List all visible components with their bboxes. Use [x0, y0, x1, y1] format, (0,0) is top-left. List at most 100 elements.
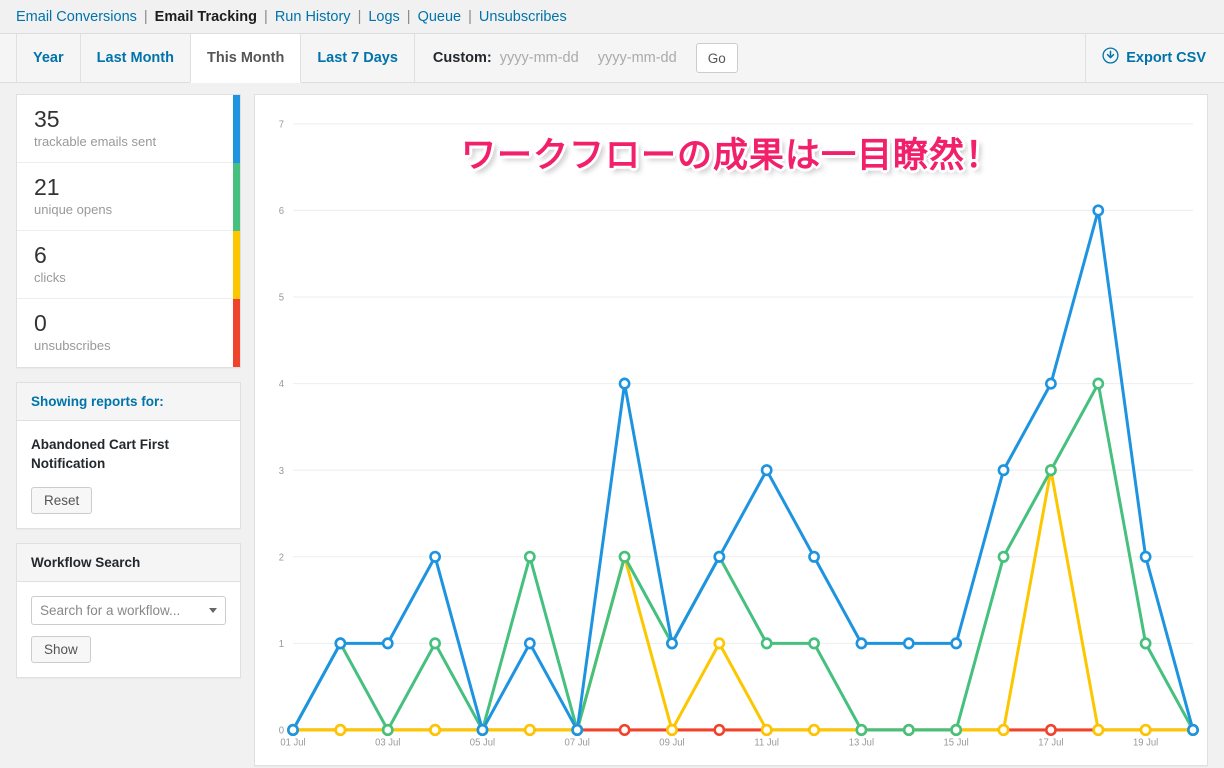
chart-data-point[interactable] — [950, 723, 963, 737]
chart-data-point[interactable] — [902, 723, 915, 737]
chart-data-point[interactable] — [476, 723, 489, 737]
reset-button[interactable]: Reset — [31, 487, 93, 515]
chart-data-point[interactable] — [571, 723, 584, 737]
chart-data-point[interactable] — [1044, 464, 1057, 477]
stat-row-unique-opens: 21 unique opens — [17, 163, 233, 231]
chart-data-point[interactable] — [334, 637, 347, 650]
chart-data-point[interactable] — [429, 637, 442, 650]
email-tracking-line-chart[interactable]: 0 1 2 3 4 5 6 7 01 Jul 03 Jul 05 Jul 07 Jul 09 Jul 11… — [255, 95, 1207, 765]
range-tab-year[interactable]: Year — [16, 34, 81, 82]
chart-data-point[interactable] — [713, 550, 726, 563]
chart-data-point[interactable] — [523, 723, 536, 737]
chart-data-point[interactable] — [1139, 550, 1152, 563]
x-axis-tick-label: 03 Jul — [375, 737, 400, 748]
chart-data-point[interactable] — [808, 723, 820, 737]
chart-data-point[interactable] — [1092, 723, 1105, 737]
chart-data-point[interactable] — [618, 723, 631, 737]
workflow-search-select[interactable]: Search for a workflow... — [31, 596, 226, 626]
custom-date-from-input[interactable] — [499, 44, 590, 72]
y-axis-tick-label: 0 — [279, 725, 284, 736]
nav-link-logs[interactable]: Logs — [368, 9, 399, 25]
chart-data-point[interactable] — [760, 637, 773, 650]
chart-data-point[interactable] — [381, 637, 394, 650]
workflow-search-body: Search for a workflow... Show — [17, 582, 240, 677]
showing-reports-for-header: Showing reports for: — [17, 383, 240, 421]
chart-data-point[interactable] — [950, 637, 963, 650]
x-axis-tick-label: 19 Jul — [1133, 737, 1158, 748]
chart-data-point[interactable] — [666, 723, 678, 737]
range-tab-this-month[interactable]: This Month — [189, 34, 302, 83]
chart-data-point[interactable] — [334, 723, 347, 737]
stat-label: trackable emails sent — [34, 134, 157, 150]
chart-data-point[interactable] — [902, 637, 915, 650]
x-axis-tick-label: 07 Jul — [565, 737, 590, 748]
chart-data-point[interactable] — [287, 723, 299, 737]
nav-link-run-history[interactable]: Run History — [275, 9, 351, 25]
chart-data-point[interactable] — [1044, 377, 1057, 390]
showing-reports-for-body: Abandoned Cart First Notification Reset — [17, 421, 240, 528]
stat-value: 6 — [34, 242, 47, 268]
chart-data-point[interactable] — [429, 723, 442, 737]
nav-link-email-conversions[interactable]: Email Conversions — [16, 9, 137, 25]
custom-date-to-input[interactable] — [597, 44, 688, 72]
nav-separator: | — [264, 8, 268, 25]
summary-stats-list: 35 trackable emails sent 21 unique opens… — [17, 95, 233, 367]
chart-data-point[interactable] — [666, 637, 678, 650]
chart-data-point[interactable] — [523, 550, 536, 563]
chart-data-point[interactable] — [618, 550, 631, 563]
chart-data-point[interactable] — [997, 464, 1010, 477]
chart-data-point[interactable] — [855, 637, 868, 650]
stat-row-trackable-emails-sent: 35 trackable emails sent — [17, 95, 233, 163]
stat-row-unsubscribes: 0 unsubscribes — [17, 299, 233, 367]
x-axis-tick-label: 01 Jul — [280, 737, 305, 748]
download-circle-icon — [1102, 47, 1119, 69]
stat-color-bar-clicks — [233, 231, 240, 299]
chart-data-point[interactable] — [1187, 723, 1199, 737]
range-tab-last-7-days[interactable]: Last 7 Days — [300, 34, 415, 82]
nav-link-queue[interactable]: Queue — [418, 9, 462, 25]
chart-data-point[interactable] — [808, 550, 820, 563]
y-axis-tick-label: 2 — [279, 552, 284, 563]
chart-data-point[interactable] — [997, 723, 1010, 737]
sidebar: 35 trackable emails sent 21 unique opens… — [16, 94, 241, 766]
range-tab-last-month[interactable]: Last Month — [79, 34, 191, 82]
chart-data-point[interactable] — [1044, 723, 1057, 737]
chart-data-point[interactable] — [1092, 377, 1105, 390]
stat-color-legend-bars — [233, 95, 240, 367]
x-axis-tick-label: 05 Jul — [470, 737, 495, 748]
custom-date-range-group: Custom: Go — [413, 34, 750, 82]
x-axis-tick-label: 17 Jul — [1038, 737, 1063, 748]
chart-data-point[interactable] — [760, 464, 773, 477]
y-axis-tick-label: 6 — [279, 206, 284, 217]
export-csv-button[interactable]: Export CSV — [1085, 34, 1224, 82]
chart-data-point[interactable] — [713, 637, 726, 650]
chart-data-point[interactable] — [1139, 637, 1152, 650]
x-axis-tick-label: 15 Jul — [944, 737, 969, 748]
summary-stats-panel: 35 trackable emails sent 21 unique opens… — [16, 94, 241, 368]
nav-link-unsubscribes[interactable]: Unsubscribes — [479, 9, 567, 25]
chart-data-point[interactable] — [1092, 204, 1105, 217]
chart-data-point[interactable] — [429, 550, 442, 563]
go-button[interactable]: Go — [695, 43, 738, 73]
chart-data-point[interactable] — [855, 723, 868, 737]
chart-data-point[interactable] — [808, 637, 820, 650]
stat-label: unique opens — [34, 202, 113, 218]
show-button[interactable]: Show — [31, 636, 91, 664]
top-nav: Email Conversions | Email Tracking | Run… — [0, 0, 1224, 33]
selected-workflow-name: Abandoned Cart First Notification — [31, 437, 170, 472]
showing-reports-for-panel: Showing reports for: Abandoned Cart Firs… — [16, 382, 241, 530]
workflow-search-header: Workflow Search — [17, 544, 240, 583]
stat-value: 0 — [34, 310, 47, 336]
nav-link-email-tracking[interactable]: Email Tracking — [155, 9, 257, 25]
chart-data-point[interactable] — [760, 723, 773, 737]
chart-data-point[interactable] — [1139, 723, 1152, 737]
stat-row-clicks: 6 clicks — [17, 231, 233, 299]
chart-data-point[interactable] — [713, 723, 726, 737]
chart-data-point[interactable] — [997, 550, 1010, 563]
chart-data-point[interactable] — [381, 723, 394, 737]
email-tracking-chart-panel: 0 1 2 3 4 5 6 7 01 Jul 03 Jul 05 Jul 07 Jul 09 Jul 11… — [254, 94, 1208, 766]
chart-data-point[interactable] — [618, 377, 631, 390]
stat-color-bar-unsubscribes — [233, 299, 240, 367]
x-axis-tick-label: 11 Jul — [754, 737, 779, 748]
chart-data-point[interactable] — [523, 637, 536, 650]
